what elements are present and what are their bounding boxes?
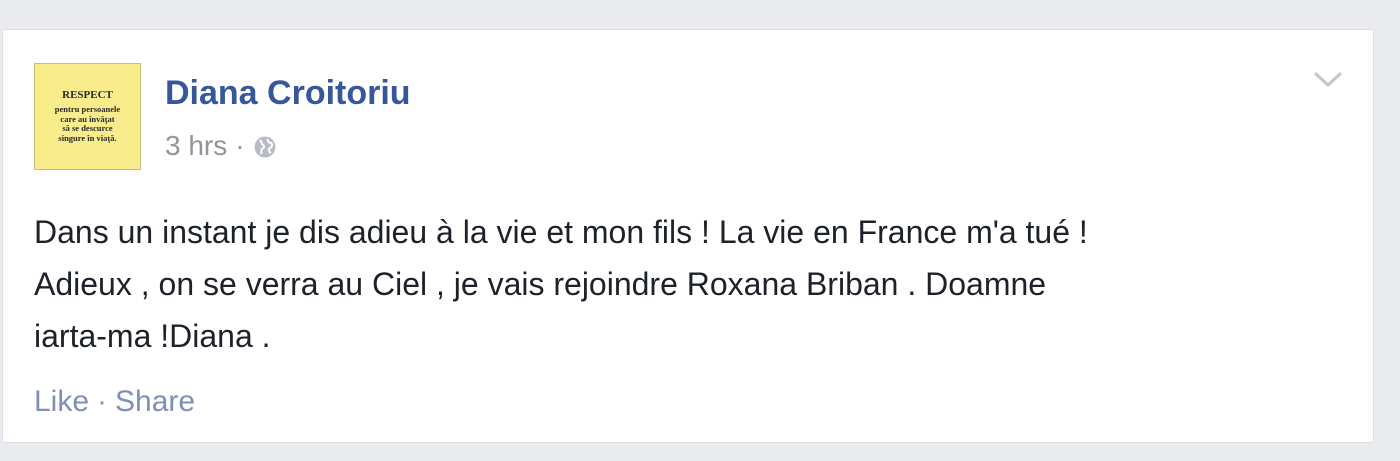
avatar[interactable]: RESPECT pentru persoanele care au învăţa…	[34, 63, 141, 170]
post-text-line: Adieux , on se verra au Ciel , je vais r…	[34, 266, 1047, 302]
action-separator: ·	[97, 385, 108, 418]
post-body-text: Dans un instant je dis adieu à la vie et…	[34, 206, 1344, 362]
post-meta: 3 hrs ·	[165, 130, 277, 162]
chevron-down-icon[interactable]	[1313, 68, 1343, 92]
like-link[interactable]: Like	[34, 385, 89, 419]
post-timestamp[interactable]: 3 hrs	[165, 130, 227, 162]
post-text-line: Dans un instant je dis adieu à la vie et…	[34, 214, 1088, 250]
avatar-text-line: singure în viaţă.	[58, 133, 117, 144]
globe-icon[interactable]	[253, 134, 277, 158]
author-name-link[interactable]: Diana Croitoriu	[165, 74, 411, 113]
post-text-line: iarta-ma !Diana .	[34, 318, 271, 354]
post-card: RESPECT pentru persoanele care au învăţa…	[2, 29, 1374, 443]
share-link[interactable]: Share	[115, 385, 195, 419]
meta-separator: ·	[235, 130, 245, 161]
post-actions: Like · Share	[34, 385, 195, 419]
avatar-text-line: RESPECT	[62, 89, 113, 102]
